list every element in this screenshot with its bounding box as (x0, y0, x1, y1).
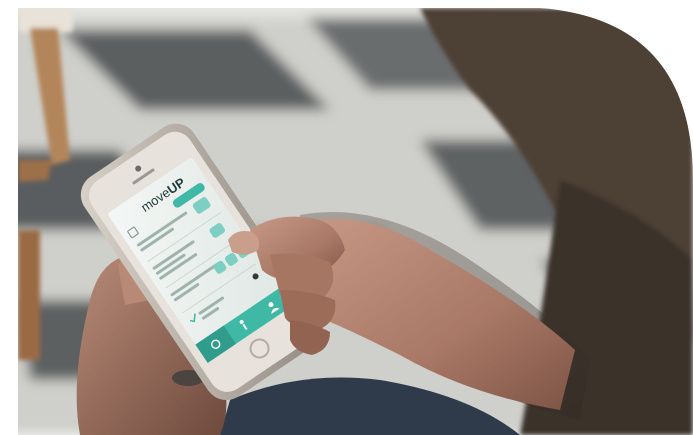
photo-frame: moveUP (0, 0, 693, 435)
photo-content: moveUP (18, 8, 693, 435)
photo-scene: moveUP (18, 8, 693, 435)
